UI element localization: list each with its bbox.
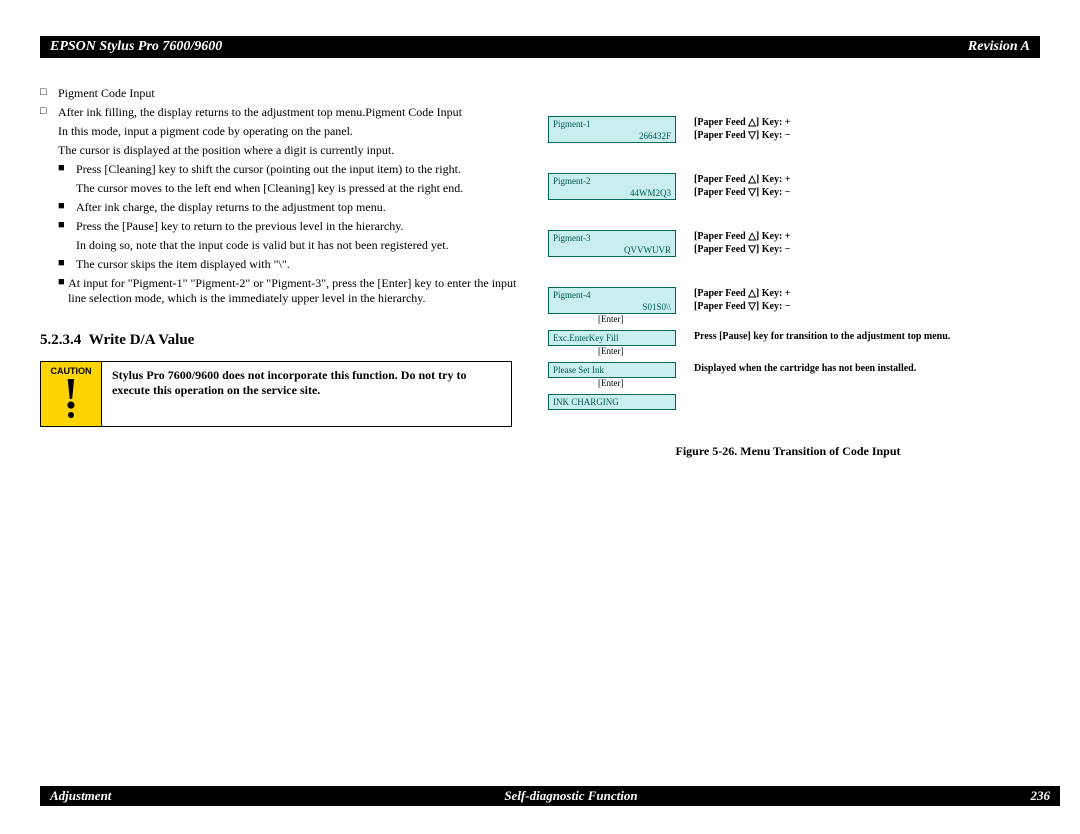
- diagram-box-pigment-3: Pigment-3 QVVWUVR: [548, 230, 676, 257]
- bullet-text: Press the [Pause] key to return to the p…: [76, 219, 403, 234]
- side-text: Displayed when the cartridge has not bee…: [694, 362, 916, 375]
- side-text: [Paper Feed △] Key: + [Paper Feed ▽] Key…: [694, 116, 791, 142]
- body-text: In this mode, input a pigment code by op…: [58, 124, 520, 139]
- box-label: Pigment-3: [553, 233, 591, 243]
- side-text: [Paper Feed △] Key: + [Paper Feed ▽] Key…: [694, 230, 791, 256]
- side-text: [Paper Feed △] Key: + [Paper Feed ▽] Key…: [694, 287, 791, 313]
- hollow-bullet-icon: □: [40, 105, 58, 119]
- side-text: [Paper Feed △] Key: + [Paper Feed ▽] Key…: [694, 173, 791, 199]
- solid-bullet-icon: ■: [58, 276, 68, 290]
- footer-bar: Adjustment Self-diagnostic Function 236: [40, 786, 1060, 806]
- caution-box: CAUTION ! Stylus Pro 7600/9600 does not …: [40, 361, 512, 427]
- box-label: INK CHARGING: [553, 397, 619, 407]
- diagram-box-pigment-2: Pigment-2 44WM2Q3: [548, 173, 676, 200]
- box-label: Pigment-1: [553, 119, 591, 129]
- diagram-box-pigment-4: Pigment-4 S01S0\\: [548, 287, 676, 314]
- bullet-text: The cursor skips the item displayed with…: [76, 257, 290, 272]
- bullet-text: After ink charge, the display returns to…: [76, 200, 386, 215]
- header-title-right: Revision A: [968, 39, 1030, 55]
- enter-label: [Enter]: [598, 314, 1028, 324]
- footer-right: 236: [1030, 788, 1050, 804]
- diagram-box-please-set-ink: Please Set Ink: [548, 362, 676, 378]
- bullet-text: Pigment Code Input: [58, 86, 155, 101]
- diagram-box-ink-charging: INK CHARGING: [548, 394, 676, 410]
- footer-left: Adjustment: [50, 788, 111, 804]
- body-text: The cursor moves to the left end when [C…: [76, 181, 520, 196]
- box-label: Exc.EnterKey Fill: [553, 333, 618, 343]
- box-label: Please Set Ink: [553, 365, 604, 375]
- bullet-text: Press [Cleaning] key to shift the cursor…: [76, 162, 461, 177]
- hollow-bullet-icon: □: [40, 86, 58, 100]
- footer-center: Self-diagnostic Function: [504, 788, 637, 804]
- solid-bullet-icon: ■: [58, 219, 76, 233]
- right-column: Pigment-1 266432F [Paper Feed △] Key: + …: [548, 86, 1028, 459]
- enter-label: [Enter]: [598, 378, 1028, 388]
- heading-text: Write D/A Value: [89, 332, 195, 348]
- diagram-box-exc: Exc.EnterKey Fill: [548, 330, 676, 346]
- caution-text: Stylus Pro 7600/9600 does not incorporat…: [102, 362, 511, 426]
- solid-bullet-icon: ■: [58, 200, 76, 214]
- body-text: In doing so, note that the input code is…: [76, 238, 520, 253]
- solid-bullet-icon: ■: [58, 257, 76, 271]
- box-value: QVVWUVR: [624, 245, 671, 255]
- bullet-text: At input for "Pigment-1" "Pigment-2" or …: [68, 276, 520, 306]
- dot-icon: [68, 412, 74, 418]
- section-heading: 5.2.3.4 Write D/A Value: [40, 332, 520, 349]
- box-value: 266432F: [639, 131, 671, 141]
- header-bar: EPSON Stylus Pro 7600/9600 Revision A: [40, 36, 1040, 58]
- enter-label: [Enter]: [598, 346, 1028, 356]
- body-text: The cursor is displayed at the position …: [58, 143, 520, 158]
- header-title-left: EPSON Stylus Pro 7600/9600: [50, 39, 222, 55]
- diagram-box-pigment-1: Pigment-1 266432F: [548, 116, 676, 143]
- heading-number: 5.2.3.4: [40, 332, 81, 348]
- exclamation-icon: !: [64, 372, 79, 416]
- box-value: S01S0\\: [642, 302, 671, 312]
- box-value: 44WM2Q3: [630, 188, 671, 198]
- left-column: □ Pigment Code Input □ After ink filling…: [40, 86, 520, 459]
- figure-caption: Figure 5-26. Menu Transition of Code Inp…: [548, 444, 1028, 459]
- caution-icon: CAUTION !: [41, 362, 102, 426]
- box-label: Pigment-4: [553, 290, 591, 300]
- solid-bullet-icon: ■: [58, 162, 76, 176]
- box-label: Pigment-2: [553, 176, 591, 186]
- side-text: Press [Pause] key for transition to the …: [694, 330, 950, 343]
- bullet-text: After ink filling, the display returns t…: [58, 105, 462, 120]
